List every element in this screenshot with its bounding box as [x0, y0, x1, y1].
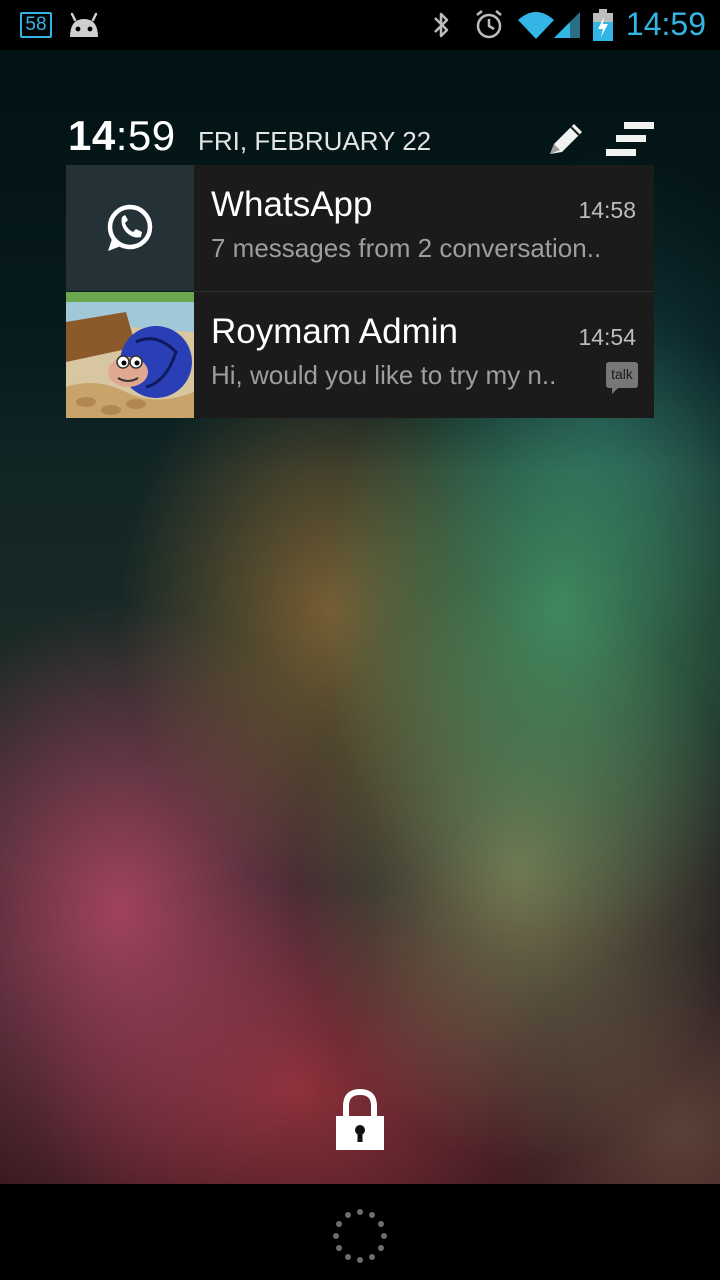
signal-icon — [552, 0, 582, 50]
alarm-icon — [472, 0, 506, 50]
edit-pencil-icon[interactable] — [544, 120, 588, 160]
notification-time: 14:58 — [578, 197, 636, 223]
header-date: FRI, FEBRUARY 22 — [198, 126, 432, 156]
header-time-hours: 14 — [68, 112, 116, 159]
game-avatar-icon — [66, 292, 194, 418]
notification-count-badge: 58 — [20, 12, 52, 38]
notification-roymam-admin[interactable]: Roymam Admin 14:54 Hi, would you like to… — [66, 292, 654, 418]
loading-spinner-icon — [332, 1208, 388, 1264]
status-bar-clock: 14:59 — [625, 6, 706, 42]
notification-text: Hi, would you like to try my n.. — [211, 360, 557, 390]
battery-charging-icon — [590, 0, 616, 50]
notification-text: 7 messages from 2 conversation.. — [211, 233, 602, 263]
whatsapp-icon — [66, 165, 194, 291]
bluetooth-icon — [428, 0, 454, 50]
notification-time: 14:54 — [578, 324, 636, 350]
status-bar[interactable]: 58 14:59 — [0, 0, 720, 50]
header-time: 14:59 — [68, 112, 176, 160]
talk-badge-icon: talk — [606, 362, 638, 394]
lock-icon[interactable] — [334, 1088, 386, 1152]
android-icon — [64, 0, 104, 50]
notification-title: WhatsApp — [211, 185, 373, 224]
notification-whatsapp[interactable]: WhatsApp 14:58 7 messages from 2 convers… — [66, 165, 654, 291]
clear-all-icon[interactable] — [604, 120, 656, 160]
wifi-icon — [516, 0, 556, 50]
navigation-bar — [0, 1184, 720, 1280]
notification-title: Roymam Admin — [211, 312, 459, 351]
header-time-minutes: :59 — [115, 112, 176, 159]
